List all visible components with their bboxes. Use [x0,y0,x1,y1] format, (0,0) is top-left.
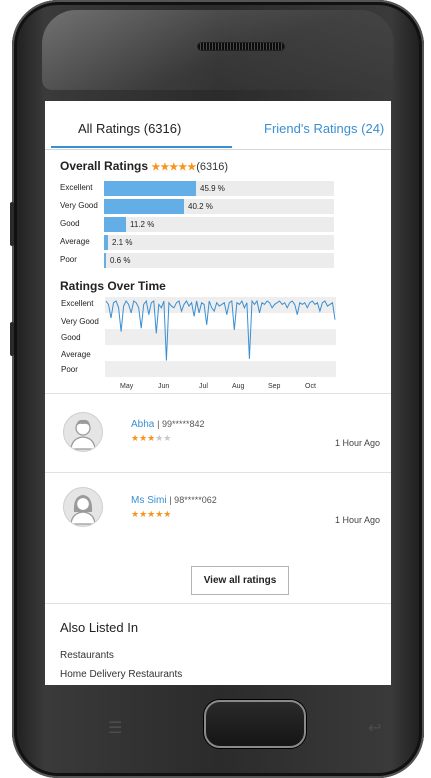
overall-ratings-heading: Overall Ratings ★★★★★(6316) [60,159,228,173]
month-label: Oct [305,383,316,390]
bar-label: Excellent [60,183,93,192]
bar-value: 40.2 % [188,202,213,211]
section-divider [45,472,391,473]
ratings-over-time-chart [105,297,336,377]
stars-filled: ★★★ [131,433,156,443]
ratings-tabs: All Ratings (6316) Friend's Ratings (24) [45,101,391,150]
bar-value: 11.2 % [130,220,155,229]
section-divider [45,393,391,394]
view-all-ratings-button[interactable]: View all ratings [191,566,289,595]
stars-filled: ★★★★★ [131,509,172,519]
month-label: Jun [158,383,170,390]
tab-all-ratings[interactable]: All Ratings (6316) [78,121,181,136]
menu-key-icon[interactable]: ☰ [108,718,122,737]
bar-track: 40.2 % [104,199,334,214]
level-label: Good [61,333,81,342]
listed-category-link[interactable]: Restaurants [60,650,114,661]
active-tab-indicator [51,146,232,148]
rating-bar-row: Very Good 40.2 % [57,197,337,215]
reviewer-name[interactable]: Abha [131,419,154,430]
user-avatar-icon [63,412,103,452]
month-label: Jul [199,383,208,390]
bar-track: 11.2 % [104,217,334,232]
listed-category-link[interactable]: Home Delivery Restaurants [60,669,182,680]
bar-fill [104,217,126,232]
bar-label: Average [60,237,90,246]
bar-value: 0.6 % [110,256,131,265]
bar-value: 2.1 % [112,238,133,247]
bar-fill [104,181,196,196]
level-label: Excellent [61,299,94,308]
overall-ratings-title: Overall Ratings [60,159,149,173]
reviewer-info: Abha | 99*****842 [131,419,205,430]
bar-track: 2.1 % [104,235,334,250]
overall-ratings-bars: Excellent 45.9 % Very Good 40.2 % Good 1… [57,179,337,269]
bar-label: Good [60,219,80,228]
ratings-over-time-title: Ratings Over Time [60,279,166,293]
bar-track: 0.6 % [104,253,334,268]
overall-stars-icon: ★★★★★ [151,162,197,173]
volume-button [10,202,14,246]
bar-label: Very Good [60,201,98,210]
reviewer-phone: | 98*****062 [169,495,217,505]
month-label: May [120,383,134,390]
overall-ratings-count: (6316) [196,161,228,173]
also-listed-title: Also Listed In [60,620,139,635]
review-time: 1 Hour Ago [334,515,380,525]
reviewer-info: Ms Simi | 98*****062 [131,495,217,506]
bar-fill [104,253,106,268]
phone-glare [42,10,394,90]
month-label: Sep [268,383,281,390]
power-button [10,322,14,356]
app-screen: All Ratings (6316) Friend's Ratings (24)… [45,101,391,685]
bar-label: Poor [60,255,77,264]
review-time: 1 Hour Ago [334,438,380,448]
home-button[interactable] [204,700,306,748]
reviewer-name[interactable]: Ms Simi [131,495,167,506]
bar-fill [104,235,108,250]
user-avatar-icon [63,487,103,527]
review-stars-icon: ★★★★★ [131,433,171,444]
section-divider [45,603,391,604]
earpiece-speaker [198,43,284,50]
level-label: Poor [61,365,78,374]
level-label: Very Good [61,317,99,326]
review-item[interactable]: Abha | 99*****842 ★★★★★ 1 Hour Ago [45,404,391,474]
bar-value: 45.9 % [200,184,225,193]
tab-friends-ratings[interactable]: Friend's Ratings (24) [264,121,384,136]
rating-bar-row: Poor 0.6 % [57,251,337,269]
rating-bar-row: Good 11.2 % [57,215,337,233]
month-label: Aug [232,383,245,390]
reviewer-phone: | 99*****842 [157,419,205,429]
review-stars-icon: ★★★★★ [131,509,171,520]
rating-bar-row: Average 2.1 % [57,233,337,251]
rating-bar-row: Excellent 45.9 % [57,179,337,197]
ratings-line-svg [105,299,336,361]
level-label: Average [61,350,91,359]
stars-empty: ★★ [155,433,172,443]
back-key-icon[interactable]: ↩ [368,718,381,737]
review-item[interactable]: Ms Simi | 98*****062 ★★★★★ 1 Hour Ago [45,481,391,551]
bar-track: 45.9 % [104,181,334,196]
bar-fill [104,199,184,214]
ratings-trend-line [105,299,336,361]
